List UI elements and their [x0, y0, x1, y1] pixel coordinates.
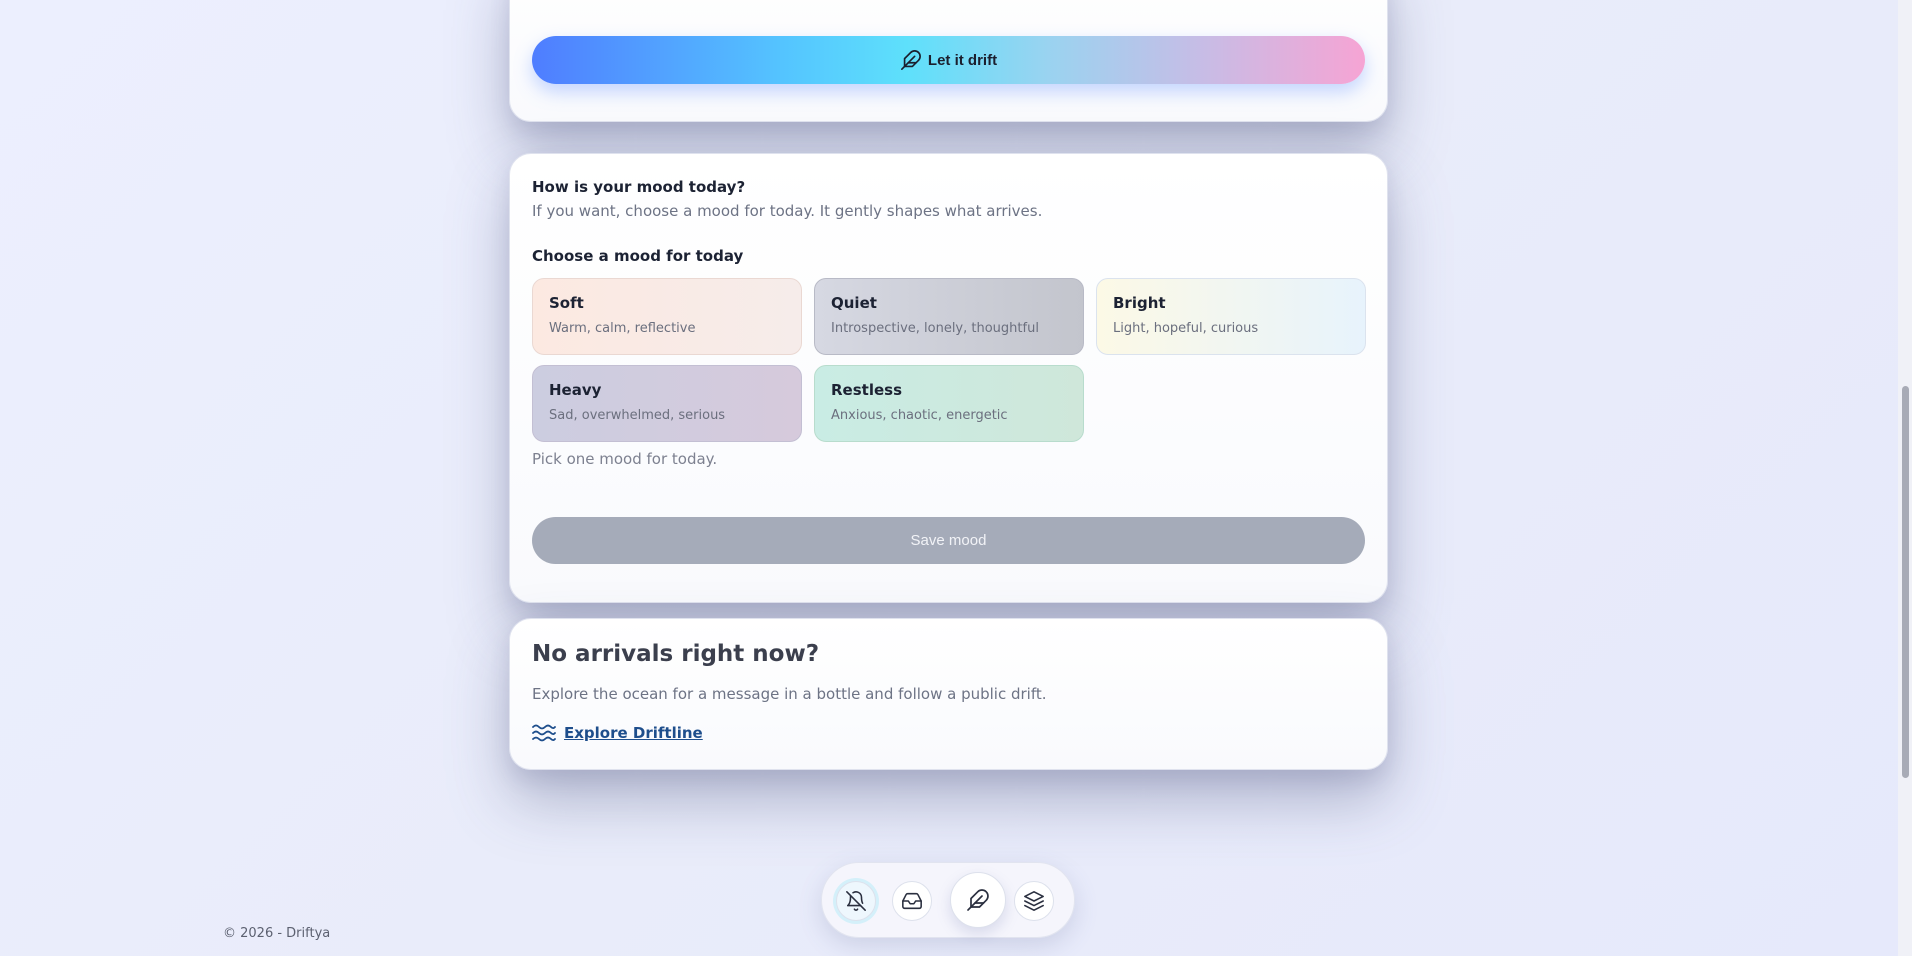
- mood-card: How is your mood today? If you want, cho…: [509, 153, 1388, 603]
- mood-option-desc: Light, hopeful, curious: [1113, 321, 1259, 336]
- mood-option-desc: Anxious, chaotic, energetic: [831, 408, 1008, 423]
- explore-driftline-link[interactable]: Explore Driftline: [532, 723, 703, 743]
- bell-off-icon: [845, 890, 867, 912]
- layers-icon: [1023, 890, 1045, 912]
- let-it-drift-button[interactable]: Let it drift: [532, 36, 1365, 84]
- compose-card: Let it drift: [509, 0, 1388, 122]
- save-mood-button[interactable]: Save mood: [532, 517, 1365, 564]
- mood-option-heavy[interactable]: Heavy Sad, overwhelmed, serious: [532, 365, 802, 442]
- feather-icon: [966, 888, 990, 912]
- nav-inbox-button[interactable]: [892, 881, 932, 921]
- mood-option-quiet[interactable]: Quiet Introspective, lonely, thoughtful: [814, 278, 1084, 355]
- scrollbar-thumb[interactable]: [1902, 386, 1909, 778]
- nav-write-button[interactable]: [950, 872, 1006, 928]
- mood-option-desc: Warm, calm, reflective: [549, 321, 696, 336]
- mood-option-name: Heavy: [549, 381, 602, 399]
- mood-subtitle: If you want, choose a mood for today. It…: [532, 202, 1043, 220]
- mood-option-name: Bright: [1113, 294, 1166, 312]
- mood-option-restless[interactable]: Restless Anxious, chaotic, energetic: [814, 365, 1084, 442]
- mood-option-desc: Sad, overwhelmed, serious: [549, 408, 726, 423]
- scrollbar-track[interactable]: [1898, 0, 1912, 956]
- nav-layers-button[interactable]: [1014, 881, 1054, 921]
- mood-option-name: Restless: [831, 381, 902, 399]
- mood-option-soft[interactable]: Soft Warm, calm, reflective: [532, 278, 802, 355]
- arrivals-subtitle: Explore the ocean for a message in a bot…: [532, 685, 1047, 703]
- mood-option-name: Soft: [549, 294, 584, 312]
- mood-title: How is your mood today?: [532, 178, 746, 196]
- choose-mood-label: Choose a mood for today: [532, 247, 744, 265]
- explore-driftline-label: Explore Driftline: [564, 724, 703, 742]
- let-it-drift-label: Let it drift: [927, 51, 998, 69]
- mood-hint: Pick one mood for today.: [532, 450, 718, 468]
- inbox-icon: [901, 890, 923, 912]
- footer-copyright: © 2026 - Driftya: [223, 926, 331, 941]
- feather-icon: [900, 49, 922, 71]
- mood-option-bright[interactable]: Bright Light, hopeful, curious: [1096, 278, 1366, 355]
- mood-option-name: Quiet: [831, 294, 877, 312]
- arrivals-title: No arrivals right now?: [532, 641, 820, 667]
- waves-icon: [532, 723, 556, 743]
- bottom-nav: [821, 862, 1075, 938]
- arrivals-card: No arrivals right now? Explore the ocean…: [509, 618, 1388, 770]
- nav-notifications-button[interactable]: [836, 881, 876, 921]
- mood-option-desc: Introspective, lonely, thoughtful: [831, 321, 1039, 336]
